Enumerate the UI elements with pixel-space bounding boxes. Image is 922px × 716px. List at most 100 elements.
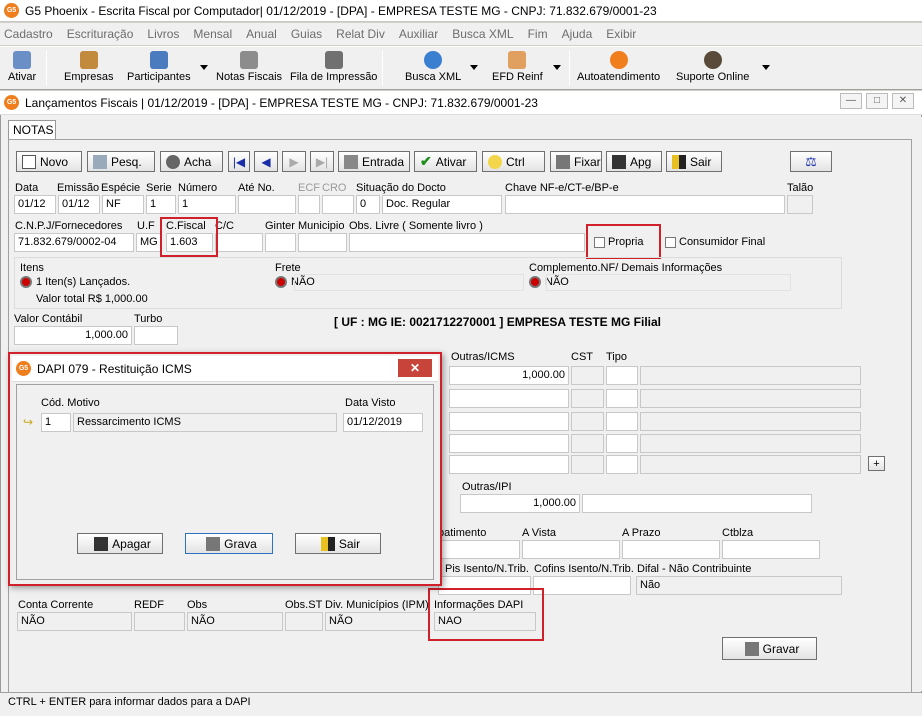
menu-livros[interactable]: Livros xyxy=(147,27,179,41)
situacao-code-field[interactable]: 0 xyxy=(356,195,380,214)
a-vista-field[interactable] xyxy=(522,540,620,559)
cc-field[interactable] xyxy=(215,233,263,252)
grid-cell[interactable] xyxy=(606,455,638,474)
entrada-button[interactable]: Entrada xyxy=(338,151,410,172)
cst-field[interactable] xyxy=(571,366,604,385)
cro-field[interactable] xyxy=(322,195,354,214)
menu-auxiliar[interactable]: Auxiliar xyxy=(399,27,438,41)
maximize-button[interactable]: □ xyxy=(866,93,888,109)
sair-button[interactable]: Sair xyxy=(666,151,722,172)
pagamento-field[interactable] xyxy=(438,540,520,559)
ctblza-field[interactable] xyxy=(722,540,820,559)
menu-ajuda[interactable]: Ajuda xyxy=(562,27,593,41)
fixar-button[interactable]: Fixar xyxy=(550,151,602,172)
dialog-close-icon[interactable]: ✕ xyxy=(398,359,432,377)
redf-field[interactable] xyxy=(134,612,185,631)
grid-cell[interactable] xyxy=(571,434,604,453)
grid-cell[interactable] xyxy=(640,434,861,453)
consumidor-final-checkbox[interactable]: Consumidor Final xyxy=(665,236,765,248)
grid-cell[interactable] xyxy=(449,412,569,431)
especie-field[interactable]: NF xyxy=(102,195,144,214)
obs-st-field[interactable] xyxy=(285,612,323,631)
cod-motivo-field[interactable]: 1 xyxy=(41,413,71,432)
acha-button[interactable]: Acha xyxy=(160,151,223,172)
toolbar-efd-reinf-button[interactable]: EFD Reinf xyxy=(492,51,543,83)
talao-field[interactable] xyxy=(787,195,813,214)
grid-cell[interactable] xyxy=(606,434,638,453)
situacao-field[interactable]: Doc. Regular xyxy=(382,195,502,214)
cofins-field[interactable] xyxy=(533,576,631,595)
obs-field[interactable]: NÃO xyxy=(187,612,283,631)
grid-cell[interactable] xyxy=(640,412,861,431)
toolbar-ativar-button[interactable]: Ativar xyxy=(8,51,36,83)
menu-exibir[interactable]: Exibir xyxy=(606,27,636,41)
toolbar-empresas-button[interactable]: Empresas xyxy=(64,51,114,83)
last-record-button[interactable]: ▶| xyxy=(310,151,334,172)
apagar-button[interactable]: Apagar xyxy=(77,533,163,554)
window-scrollbar[interactable] xyxy=(911,117,922,691)
turbo-field[interactable] xyxy=(134,326,178,345)
numero-field[interactable]: 1 xyxy=(178,195,236,214)
grid-cell[interactable] xyxy=(640,389,861,408)
ctrl-button[interactable]: Ctrl xyxy=(482,151,545,172)
menu-anual[interactable]: Anual xyxy=(246,27,277,41)
grava-button[interactable]: Grava xyxy=(185,533,273,554)
menu-cadastro[interactable]: Cadastro xyxy=(4,27,53,41)
toolbar-busca-xml-button[interactable]: Busca XML xyxy=(405,51,461,83)
grid-cell[interactable] xyxy=(640,366,861,385)
menu-fim[interactable]: Fim xyxy=(528,27,548,41)
participantes-dropdown-icon[interactable] xyxy=(200,65,208,70)
ecf-field[interactable] xyxy=(298,195,320,214)
grid-cell[interactable] xyxy=(571,389,604,408)
chave-nfe-field[interactable] xyxy=(505,195,785,214)
minimize-button[interactable]: — xyxy=(840,93,862,109)
uf-field[interactable]: MG xyxy=(136,233,162,252)
outras-icms-field[interactable]: 1,000.00 xyxy=(449,366,569,385)
grid-cell[interactable] xyxy=(571,455,604,474)
toolbar-participantes-button[interactable]: Participantes xyxy=(127,51,191,83)
tipo-field[interactable] xyxy=(606,366,638,385)
ativar-button[interactable]: ✔ Ativar xyxy=(414,151,477,172)
menu-escrituracao[interactable]: Escrituração xyxy=(67,27,134,41)
menu-guias[interactable]: Guias xyxy=(291,27,322,41)
pesq-button[interactable]: Pesq. xyxy=(87,151,155,172)
valor-contabil-field[interactable]: 1,000.00 xyxy=(14,326,132,345)
suporte-dropdown-icon[interactable] xyxy=(762,65,770,70)
grid-cell[interactable] xyxy=(571,412,604,431)
ate-no-field[interactable] xyxy=(238,195,296,214)
add-row-button[interactable]: + xyxy=(868,456,885,471)
close-icon[interactable]: ✕ xyxy=(892,93,914,109)
efd-dropdown-icon[interactable] xyxy=(553,65,561,70)
ginter-field[interactable] xyxy=(265,233,296,252)
obs-livre-field[interactable] xyxy=(349,233,585,252)
ipi-extra-field[interactable] xyxy=(582,494,812,513)
emissao-field[interactable]: 01/12 xyxy=(58,195,100,214)
tab-notas[interactable]: NOTAS xyxy=(8,120,56,140)
grid-cell[interactable] xyxy=(606,412,638,431)
busca-xml-dropdown-icon[interactable] xyxy=(470,65,478,70)
toolbar-fila-impressao-button[interactable]: Fila de Impressão xyxy=(290,51,377,83)
municipio-field[interactable] xyxy=(298,233,347,252)
serie-field[interactable]: 1 xyxy=(146,195,176,214)
scales-button[interactable]: ⚖ xyxy=(790,151,832,172)
grid-cell[interactable] xyxy=(449,434,569,453)
menu-mensal[interactable]: Mensal xyxy=(193,27,232,41)
conta-corrente-field[interactable]: NÃO xyxy=(17,612,132,631)
grid-cell[interactable] xyxy=(606,389,638,408)
itens-button[interactable]: 1 Iten(s) Lançados. xyxy=(20,276,130,289)
first-record-button[interactable]: |◀ xyxy=(228,151,250,172)
menu-relat-div[interactable]: Relat Div xyxy=(336,27,385,41)
difal-field[interactable]: Não xyxy=(636,576,842,595)
grid-cell[interactable] xyxy=(449,455,569,474)
next-record-button[interactable]: ▶ xyxy=(282,151,306,172)
toolbar-suporte-online-button[interactable]: Suporte Online xyxy=(676,51,749,83)
grid-cell[interactable] xyxy=(449,389,569,408)
dialog-sair-button[interactable]: Sair xyxy=(295,533,381,554)
menu-busca-xml[interactable]: Busca XML xyxy=(452,27,513,41)
a-prazo-field[interactable] xyxy=(622,540,720,559)
gravar-button[interactable]: Gravar xyxy=(722,637,817,660)
outras-ipi-field[interactable]: 1,000.00 xyxy=(460,494,580,513)
toolbar-notas-fiscais-button[interactable]: Notas Fiscais xyxy=(216,51,282,83)
cnpj-field[interactable]: 71.832.679/0002-04 xyxy=(14,233,134,252)
apg-button[interactable]: Apg xyxy=(606,151,662,172)
